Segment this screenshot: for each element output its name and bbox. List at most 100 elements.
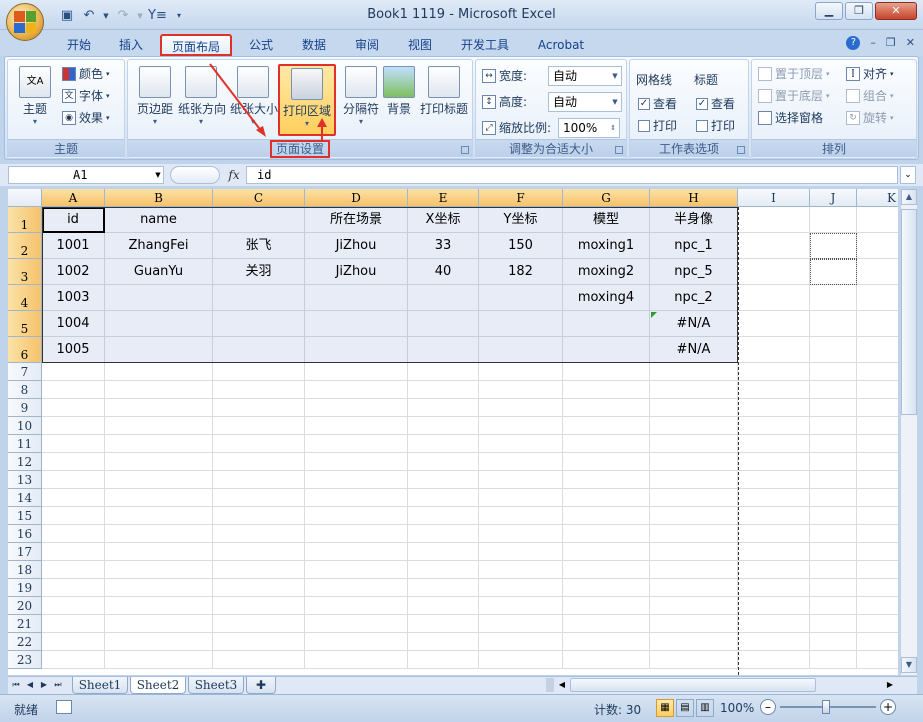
cell-k12[interactable] [857,453,898,471]
cell-h17[interactable] [650,543,738,561]
cell-k14[interactable] [857,489,898,507]
cell-d7[interactable] [305,363,408,381]
cell-d11[interactable] [305,435,408,453]
cell-h23[interactable] [650,651,738,669]
cell-f23[interactable] [479,651,563,669]
cell-h7[interactable] [650,363,738,381]
cell-d9[interactable] [305,399,408,417]
cell-e4[interactable] [408,285,479,311]
cell-e8[interactable] [408,381,479,399]
cell-k11[interactable] [857,435,898,453]
cell-c8[interactable] [213,381,305,399]
cell-j4[interactable] [810,285,857,311]
cell-d5[interactable] [305,311,408,337]
row-header-23[interactable]: 23 [8,651,42,669]
cell-e22[interactable] [408,633,479,651]
cell-h8[interactable] [650,381,738,399]
cell-h22[interactable] [650,633,738,651]
column-header-d[interactable]: D [305,189,408,207]
cell-j7[interactable] [810,363,857,381]
cell-h12[interactable] [650,453,738,471]
cell-h1[interactable]: 半身像 [650,207,738,233]
cell-f2[interactable]: 150 [479,233,563,259]
cell-b23[interactable] [105,651,213,669]
cell-d4[interactable] [305,285,408,311]
cell-d14[interactable] [305,489,408,507]
zoom-out-icon[interactable]: – [760,699,776,715]
row-header-18[interactable]: 18 [8,561,42,579]
cell-e9[interactable] [408,399,479,417]
cell-c18[interactable] [213,561,305,579]
cell-i3[interactable] [738,259,810,285]
cell-j9[interactable] [810,399,857,417]
cell-e16[interactable] [408,525,479,543]
cell-c4[interactable] [213,285,305,311]
cell-i22[interactable] [738,633,810,651]
cell-g17[interactable] [563,543,650,561]
cell-d3[interactable]: JiZhou [305,259,408,285]
column-header-j[interactable]: J [810,189,857,207]
cell-h13[interactable] [650,471,738,489]
column-header-g[interactable]: G [563,189,650,207]
cell-a5[interactable]: 1004 [42,311,105,337]
cell-c14[interactable] [213,489,305,507]
cell-a18[interactable] [42,561,105,579]
cell-f9[interactable] [479,399,563,417]
cell-d15[interactable] [305,507,408,525]
cell-b18[interactable] [105,561,213,579]
scroll-up-icon[interactable]: ▲ [901,189,917,205]
cell-i5[interactable] [738,311,810,337]
cell-j19[interactable] [810,579,857,597]
row-header-21[interactable]: 21 [8,615,42,633]
column-header-h[interactable]: H [650,189,738,207]
sheet-tab-3[interactable]: Sheet3 [188,677,244,694]
cell-f4[interactable] [479,285,563,311]
cell-i20[interactable] [738,597,810,615]
cell-a15[interactable] [42,507,105,525]
cell-e21[interactable] [408,615,479,633]
cell-k10[interactable] [857,417,898,435]
cell-j6[interactable] [810,337,857,363]
cell-h18[interactable] [650,561,738,579]
cell-d17[interactable] [305,543,408,561]
cell-b21[interactable] [105,615,213,633]
cell-i13[interactable] [738,471,810,489]
cell-a11[interactable] [42,435,105,453]
cell-f3[interactable]: 182 [479,259,563,285]
cell-g3[interactable]: moxing2 [563,259,650,285]
cell-a13[interactable] [42,471,105,489]
error-indicator-icon[interactable] [651,312,657,318]
horizontal-scroll-thumb[interactable] [570,678,816,692]
cell-e20[interactable] [408,597,479,615]
page-layout-view-icon[interactable]: ▤ [676,699,694,717]
row-header-17[interactable]: 17 [8,543,42,561]
vertical-scrollbar[interactable]: ▲ ▼ [900,189,917,675]
row-header-10[interactable]: 10 [8,417,42,435]
cell-e7[interactable] [408,363,479,381]
row-header-1[interactable]: 1 [8,207,42,233]
cell-h10[interactable] [650,417,738,435]
cell-a17[interactable] [42,543,105,561]
cell-d16[interactable] [305,525,408,543]
formula-bar-splitter[interactable] [170,166,220,184]
row-header-4[interactable]: 4 [8,285,42,311]
cell-g13[interactable] [563,471,650,489]
cell-f5[interactable] [479,311,563,337]
cell-k15[interactable] [857,507,898,525]
name-box[interactable]: A1 [8,166,164,184]
cell-i17[interactable] [738,543,810,561]
cell-c15[interactable] [213,507,305,525]
cell-k23[interactable] [857,651,898,669]
cell-f13[interactable] [479,471,563,489]
cell-c21[interactable] [213,615,305,633]
cell-a10[interactable] [42,417,105,435]
cell-c19[interactable] [213,579,305,597]
cell-c22[interactable] [213,633,305,651]
scroll-left-icon[interactable]: ◀ [556,678,568,692]
cell-j17[interactable] [810,543,857,561]
cell-j21[interactable] [810,615,857,633]
cell-g19[interactable] [563,579,650,597]
cell-e23[interactable] [408,651,479,669]
row-header-16[interactable]: 16 [8,525,42,543]
cell-a14[interactable] [42,489,105,507]
